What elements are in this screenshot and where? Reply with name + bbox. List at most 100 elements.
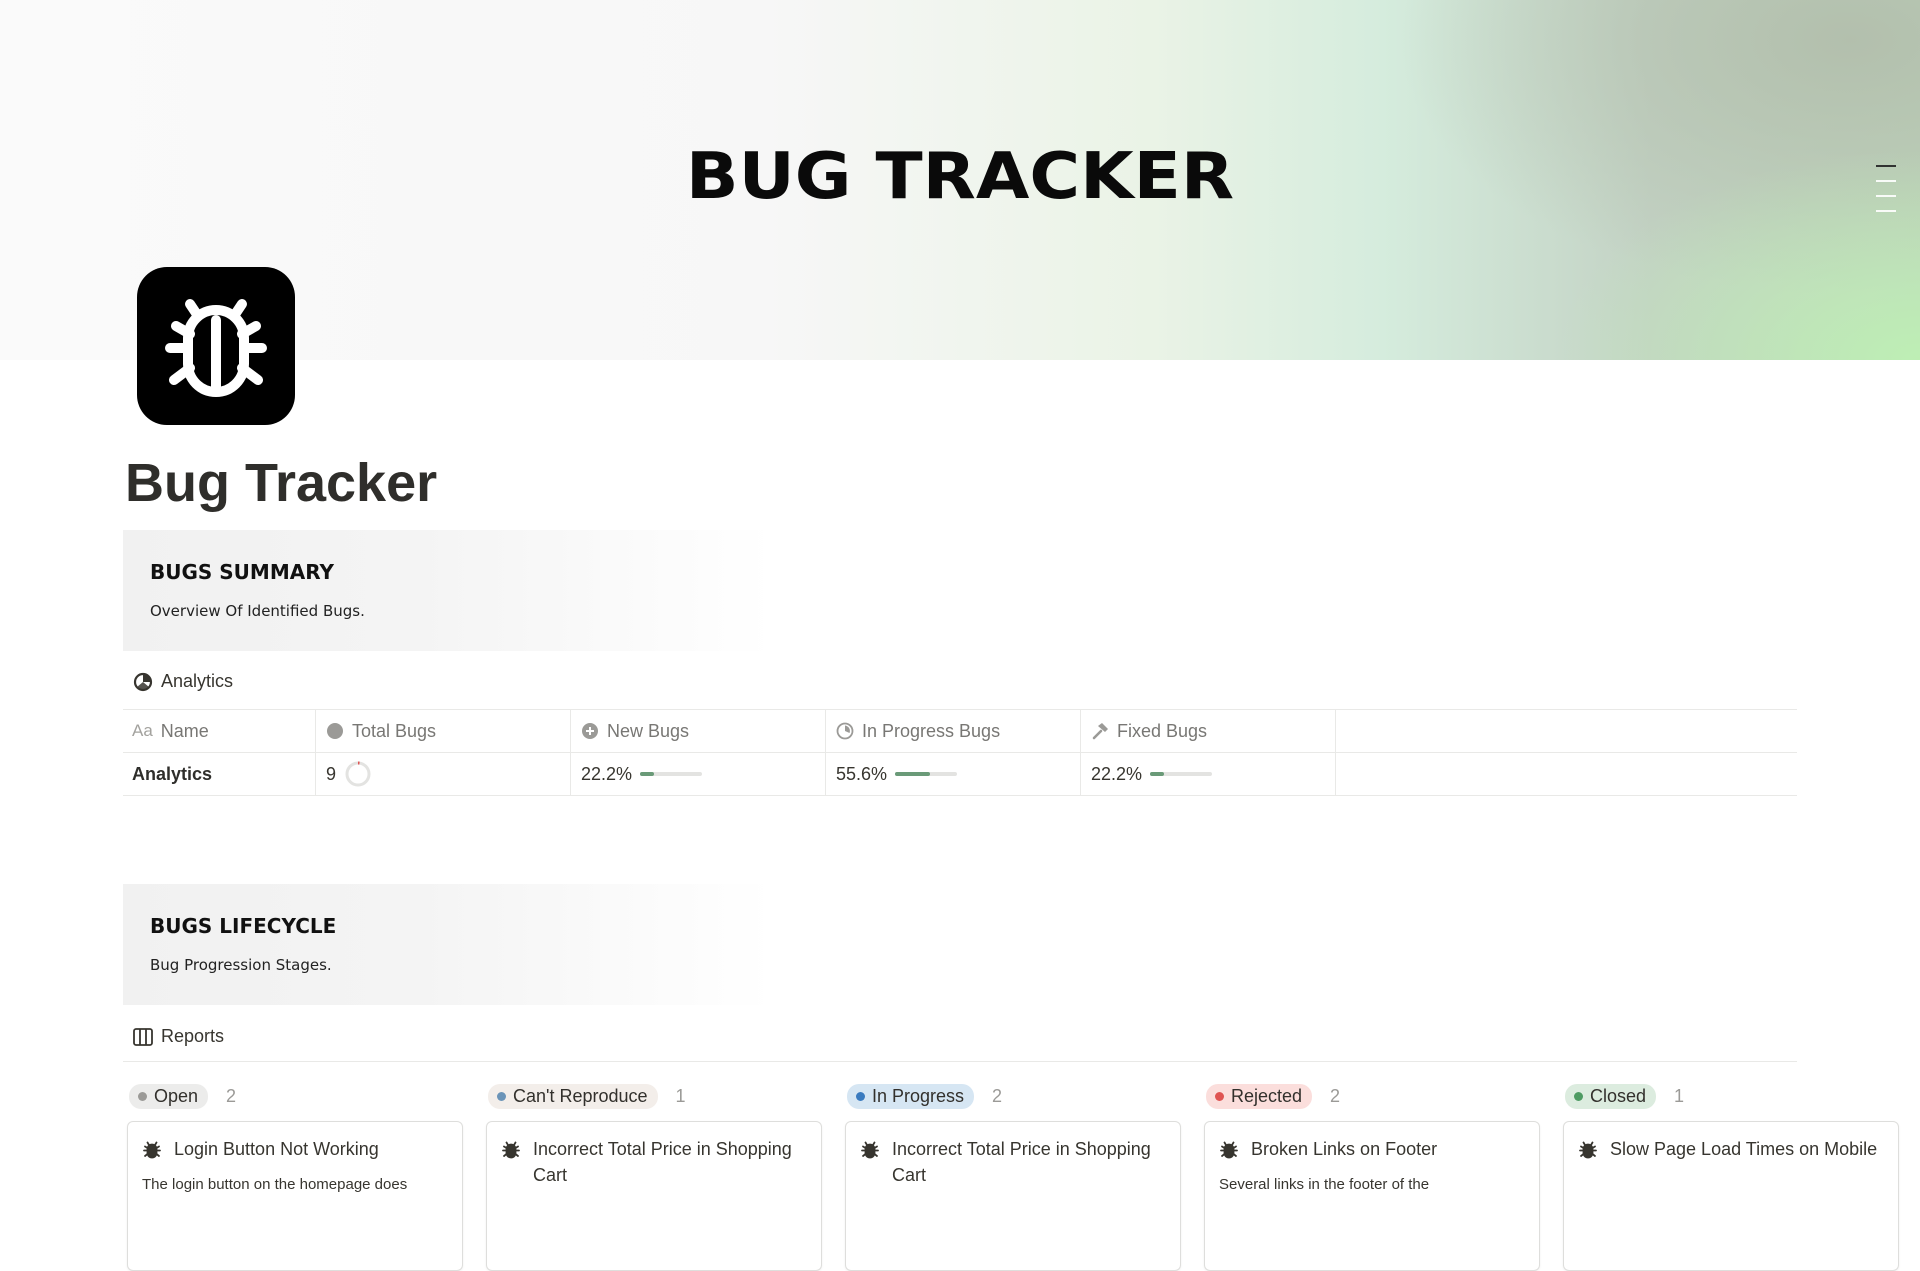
status-tag[interactable]: Can't Reproduce [488, 1083, 658, 1109]
row-empty-cell[interactable] [1336, 753, 1797, 795]
bug-icon [861, 1141, 879, 1159]
progress-circle-icon [836, 722, 854, 740]
board-column: Rejected 2 Broken Links on Footer Several l… [1204, 1081, 1540, 1271]
row-new-bugs[interactable]: 22.2% [571, 753, 826, 795]
divider [123, 1061, 1797, 1062]
status-dot [1574, 1091, 1583, 1101]
column-header[interactable]: Closed 1 [1563, 1081, 1899, 1111]
status-tag[interactable]: Closed [1565, 1083, 1657, 1109]
toc-item[interactable] [1876, 195, 1896, 197]
column-header-total-bugs[interactable]: Total Bugs [316, 710, 571, 752]
bug-card[interactable]: Slow Page Load Times on Mobile [1563, 1121, 1899, 1271]
status-dot [138, 1091, 147, 1101]
table-row[interactable]: Analytics 9 22.2% 55.6% 22.2% [123, 753, 1797, 796]
summary-callout: BUGS SUMMARY Overview Of Identified Bugs… [123, 530, 773, 651]
view-tab-reports[interactable]: Reports [133, 1026, 224, 1047]
total-value: 9 [326, 763, 337, 784]
column-count: 2 [1330, 1085, 1341, 1106]
bug-icon [502, 1141, 520, 1159]
toc-item[interactable] [1876, 180, 1896, 182]
plus-circle-icon [582, 723, 598, 739]
status-dot [856, 1091, 865, 1101]
card-title: Incorrect Total Price in Shopping Cart [892, 1139, 1151, 1185]
status-tag[interactable]: Open [129, 1083, 209, 1109]
column-header-spacer [1336, 710, 1797, 752]
bug-card[interactable]: Login Button Not Working The login button… [127, 1121, 463, 1271]
status-tag[interactable]: In Progress [847, 1083, 975, 1109]
column-header-new-bugs[interactable]: New Bugs [571, 710, 826, 752]
row-name[interactable]: Analytics [123, 753, 316, 795]
column-header-label: Fixed Bugs [1117, 720, 1208, 741]
progress-bar [895, 772, 958, 776]
status-label: Open [154, 1085, 199, 1106]
status-label: Can't Reproduce [513, 1085, 648, 1106]
table-of-contents[interactable] [1876, 165, 1896, 225]
status-label: Closed [1590, 1085, 1647, 1106]
board-column: Open 2 Login Button Not Working The login b… [127, 1081, 463, 1271]
card-title: Broken Links on Footer [1251, 1139, 1438, 1159]
new-bugs-value: 22.2% [581, 763, 633, 784]
card-description: Several links in the footer of the [1219, 1176, 1430, 1193]
column-count: 1 [1674, 1085, 1685, 1106]
bug-icon[interactable] [137, 267, 295, 425]
view-tab-analytics[interactable]: Analytics [133, 671, 233, 692]
board-columns-icon [133, 1027, 153, 1046]
column-header-label: Name [160, 720, 209, 741]
status-tag[interactable]: Rejected [1206, 1083, 1313, 1109]
status-label: Rejected [1231, 1085, 1303, 1106]
column-header-label: Total Bugs [352, 720, 437, 741]
lifecycle-title: BUGS LIFECYCLE [150, 914, 337, 938]
ring-progress-icon [345, 761, 371, 787]
status-label: In Progress [872, 1085, 965, 1106]
toc-item[interactable] [1876, 165, 1896, 167]
column-count: 1 [675, 1085, 686, 1106]
board-column: Closed 1 Slow Page Load Times on Mobile [1563, 1081, 1899, 1271]
status-dot [1215, 1091, 1224, 1101]
column-header-label: In Progress Bugs [862, 720, 1001, 741]
bug-card[interactable]: Incorrect Total Price in Shopping Cart [486, 1121, 822, 1271]
analytics-table: Aa Name Total Bugs New Bugs In Progress … [123, 709, 1797, 796]
view-tab-label: Reports [161, 1026, 225, 1046]
bug-card[interactable]: Incorrect Total Price in Shopping Cart [845, 1121, 1181, 1271]
status-dot [497, 1091, 506, 1101]
lifecycle-subtitle: Bug Progression Stages. [150, 956, 332, 974]
column-header[interactable]: Rejected 2 [1204, 1081, 1540, 1111]
column-header-name[interactable]: Aa Name [123, 710, 316, 752]
summary-title: BUGS SUMMARY [150, 560, 334, 584]
lifecycle-callout: BUGS LIFECYCLE Bug Progression Stages. [123, 884, 773, 1005]
table-header-row: Aa Name Total Bugs New Bugs In Progress … [123, 709, 1797, 753]
toc-item[interactable] [1876, 210, 1896, 212]
board-column: Can't Reproduce 1 Incorrect Total Price in… [486, 1081, 822, 1271]
fixed-bugs-value: 22.2% [1091, 763, 1143, 784]
column-header[interactable]: Can't Reproduce 1 [486, 1081, 822, 1111]
column-count: 2 [992, 1085, 1003, 1106]
column-count: 2 [226, 1085, 237, 1106]
column-header-fixed-bugs[interactable]: Fixed Bugs [1081, 710, 1336, 752]
progress-bar [1150, 772, 1213, 776]
row-total-bugs[interactable]: 9 [316, 753, 571, 795]
bug-icon [1579, 1141, 1597, 1159]
card-title: Incorrect Total Price in Shopping Cart [533, 1139, 792, 1185]
bug-icon [143, 1141, 161, 1159]
circle-icon [327, 723, 343, 739]
column-header-in-progress-bugs[interactable]: In Progress Bugs [826, 710, 1081, 752]
view-tab-label: Analytics [161, 671, 234, 691]
card-description: The login button on the homepage does [142, 1176, 408, 1193]
card-title: Slow Page Load Times on Mobile [1610, 1139, 1878, 1159]
pie-chart-icon [133, 672, 153, 691]
board-column: In Progress 2 Incorrect Total Price in Sho… [845, 1081, 1181, 1271]
row-fixed-bugs[interactable]: 22.2% [1081, 753, 1336, 795]
column-header[interactable]: In Progress 2 [845, 1081, 1181, 1111]
cover-title: BUG TRACKER [685, 140, 1235, 214]
bug-icon [1220, 1141, 1238, 1159]
kanban-board: Open 2 Login Button Not Working The login b… [127, 1081, 1899, 1271]
row-in-progress-bugs[interactable]: 55.6% [826, 753, 1081, 795]
text-aa-icon: Aa [132, 721, 153, 740]
card-title: Login Button Not Working [174, 1139, 379, 1159]
column-header[interactable]: Open 2 [127, 1081, 463, 1111]
column-header-label: New Bugs [607, 720, 690, 741]
hammer-icon [1092, 723, 1108, 740]
bug-card[interactable]: Broken Links on Footer Several links in t… [1204, 1121, 1540, 1271]
summary-subtitle: Overview Of Identified Bugs. [150, 602, 365, 620]
progress-bar [640, 772, 703, 776]
